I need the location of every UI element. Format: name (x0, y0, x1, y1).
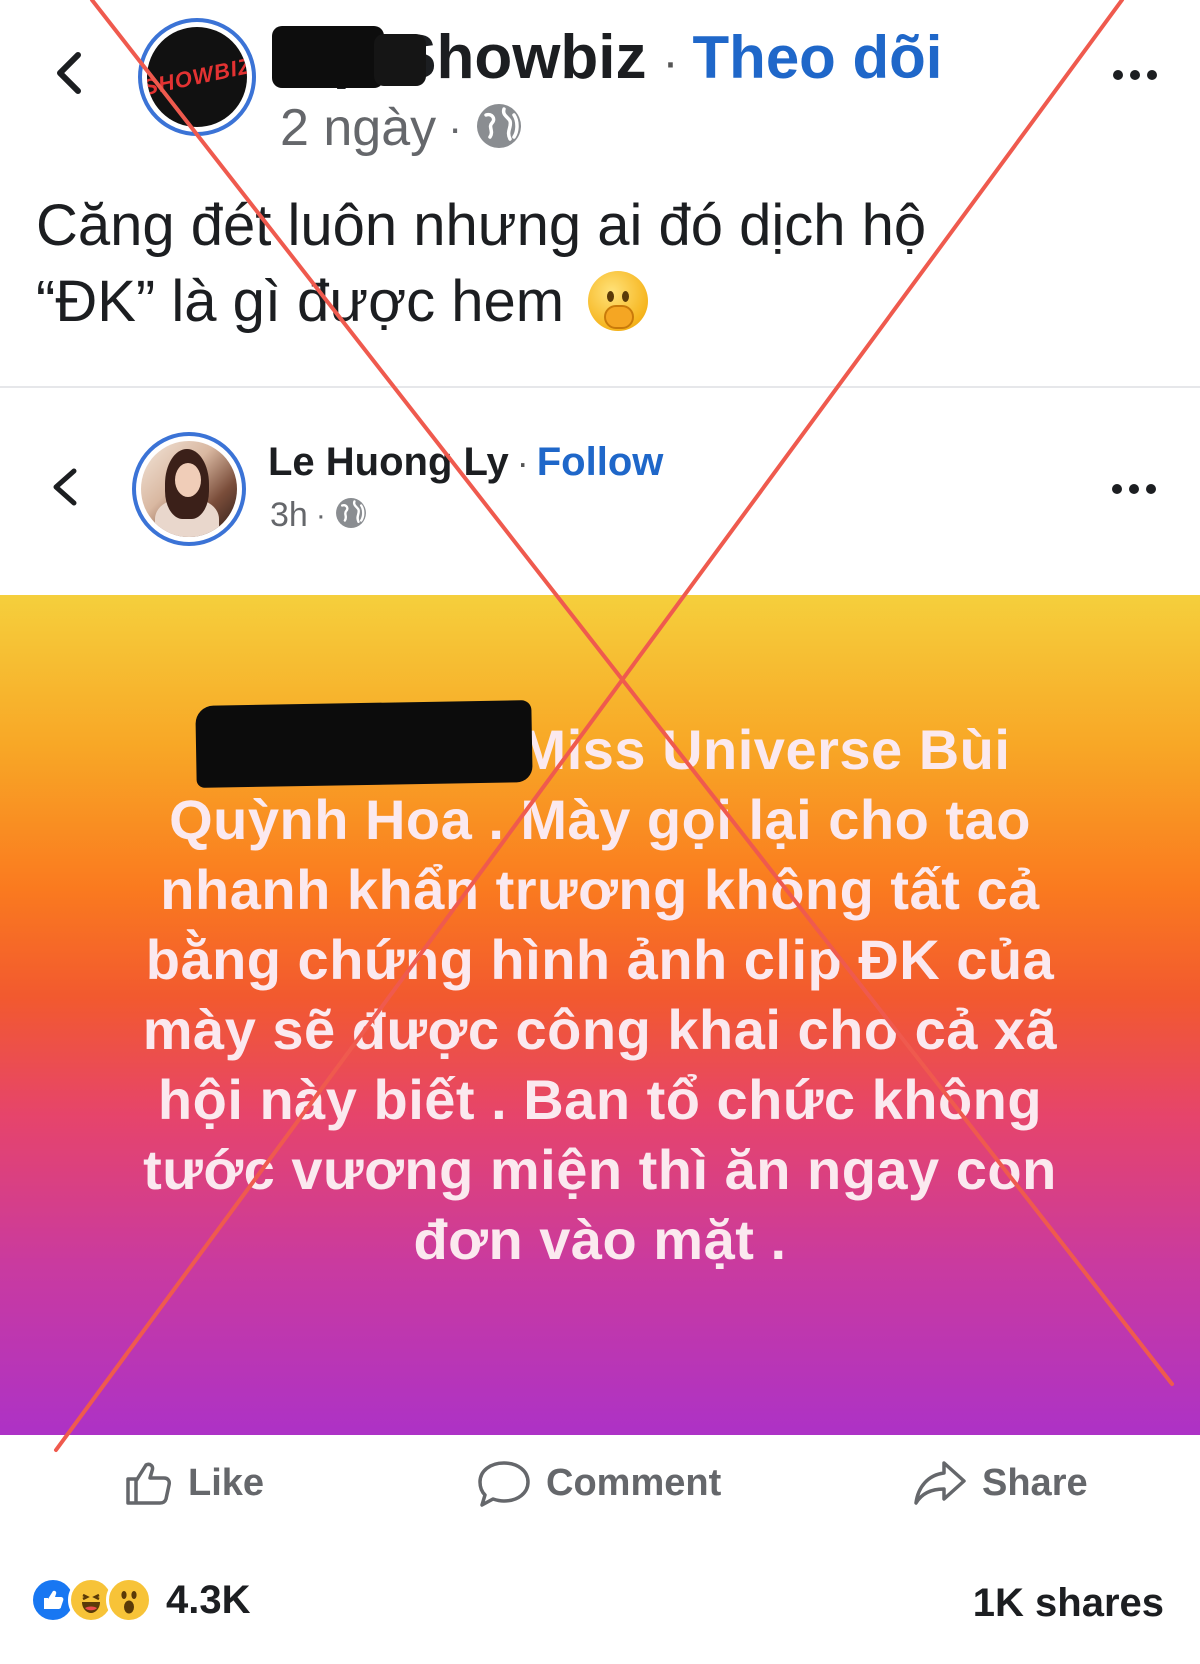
more-options-button[interactable] (1105, 60, 1165, 90)
meta-separator: · (448, 104, 463, 151)
story-line: Quỳnh Hoa . Mày gọi lại cho tao (169, 788, 1031, 851)
post-caption: Căng đét luôn nhưng ai đó dịch hộ “ĐK” l… (36, 188, 1166, 340)
post-time[interactable]: 3h (270, 496, 308, 535)
post-screenshot: SHOWBIZ Bụi Showbiz · Theo dõi 2 ngày · (0, 0, 1200, 1664)
story-line: bằng chứng hình ảnh clip ĐK của (145, 928, 1055, 991)
shared-back-button[interactable] (40, 452, 90, 522)
redaction-mark (272, 26, 384, 88)
story-line: tước vương miện thì ăn ngay con (143, 1138, 1057, 1201)
profile-photo (141, 441, 237, 537)
story-line: nhanh khẩn trương không tất cả (160, 858, 1040, 921)
story-line: hội này biết . Ban tổ chức không (157, 1068, 1043, 1131)
author-avatar[interactable] (132, 432, 246, 546)
page-name[interactable]: Bụi Showbiz (272, 22, 647, 93)
shared-name-row: Le Huong Ly · Follow (268, 440, 663, 485)
follow-button[interactable]: Follow (537, 440, 664, 485)
dot-icon (1146, 484, 1156, 494)
reaction-count: 4.3K (166, 1577, 251, 1622)
face-with-hand-over-mouth-icon (588, 271, 649, 331)
globe-icon (334, 496, 368, 535)
share-button[interactable]: Share (912, 1457, 1088, 1509)
avatar-logo: SHOWBIZ (147, 52, 247, 101)
globe-icon (474, 101, 524, 156)
reactions-summary[interactable]: 4.3K (30, 1577, 251, 1623)
wow-icon (106, 1577, 152, 1623)
dot-icon (1147, 70, 1157, 80)
comment-button[interactable]: Comment (476, 1457, 721, 1509)
chevron-left-icon (57, 52, 81, 94)
chevron-left-icon (53, 468, 77, 506)
redaction-mark (195, 700, 533, 788)
text-story-card[interactable]: Miss Universe Bùi Quỳnh Hoa . Mày gọi lạ… (0, 595, 1200, 1435)
comment-bubble-icon (478, 1461, 530, 1507)
divider (0, 386, 1200, 388)
caption-line-2: “ĐK” là gì được hem (36, 264, 1166, 340)
outer-name-row: Bụi Showbiz · Theo dõi (272, 22, 943, 93)
stats-row: 4.3K 1K shares (0, 1555, 1200, 1645)
author-name[interactable]: Le Huong Ly (268, 440, 509, 485)
name-separator: · (516, 442, 529, 483)
name-separator: · (662, 36, 679, 89)
outer-post-meta: 2 ngày · (280, 98, 524, 158)
comment-label: Comment (546, 1461, 722, 1504)
story-line: đơn vào mặt . (413, 1208, 787, 1271)
follow-button[interactable]: Theo dõi (693, 23, 943, 92)
action-bar: Like Comment Share (0, 1435, 1200, 1545)
caption-line: Căng đét luôn nhưng ai đó dịch hộ (36, 193, 927, 258)
like-label: Like (188, 1461, 265, 1504)
share-label: Share (982, 1461, 1088, 1504)
page-avatar[interactable]: SHOWBIZ (138, 18, 256, 136)
meta-separator: · (315, 498, 326, 532)
story-line: mày sẽ được công khai cho cả xã (142, 998, 1058, 1061)
dot-icon (1130, 70, 1140, 80)
back-button[interactable] (44, 38, 94, 108)
dot-icon (1129, 484, 1139, 494)
outer-post-header: SHOWBIZ Bụi Showbiz · Theo dõi 2 ngày · (0, 0, 1200, 170)
share-arrow-icon (914, 1461, 966, 1505)
shared-post-meta: 3h · (270, 496, 368, 535)
share-count[interactable]: 1K shares (973, 1581, 1164, 1626)
redaction-mark (374, 34, 426, 86)
thumbs-up-icon (126, 1462, 171, 1505)
story-text: Miss Universe Bùi Quỳnh Hoa . Mày gọi lạ… (100, 715, 1100, 1275)
like-button[interactable]: Like (122, 1457, 264, 1509)
dot-icon (1112, 484, 1122, 494)
post-time[interactable]: 2 ngày (280, 98, 436, 158)
dot-icon (1113, 70, 1123, 80)
more-options-button[interactable] (1104, 474, 1164, 504)
